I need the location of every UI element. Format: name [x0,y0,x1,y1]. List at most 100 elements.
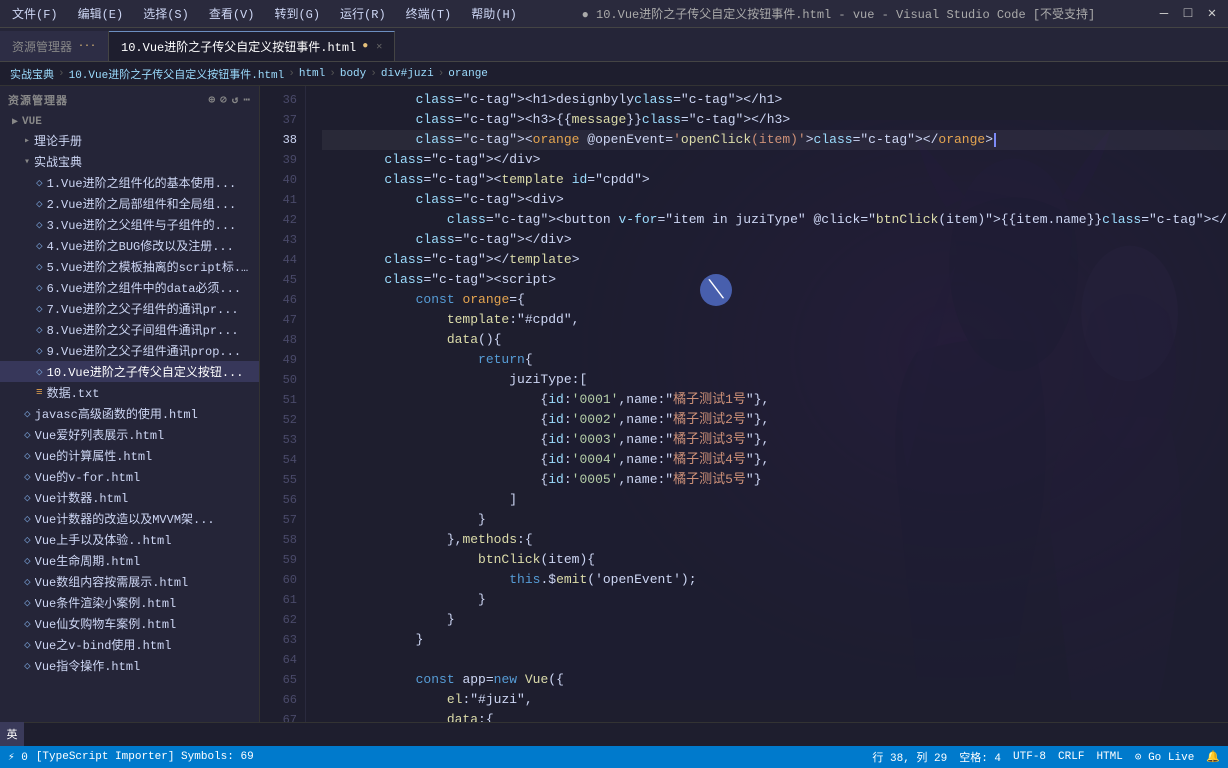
indent-status[interactable]: 空格: 4 [959,749,1001,765]
sidebar-file-item[interactable]: ▸理论手册 [0,130,259,151]
sidebar-file-item[interactable]: ◇Vue的v-for.html [0,466,259,487]
tab-explorer[interactable]: 资源管理器 ··· [0,31,109,61]
encoding-status[interactable]: UTF-8 [1013,751,1046,763]
minimize-button[interactable]: — [1156,6,1172,22]
bc-file[interactable]: 10.Vue进阶之子传父自定义按钮事件.html [69,66,285,82]
code-line[interactable]: {id:'0002',name:"橘子测试2号"}, [322,410,1228,430]
close-button[interactable]: ✕ [1204,6,1220,22]
sidebar-file-item[interactable]: ◇Vue指令操作.html [0,655,259,676]
sidebar-file-item[interactable]: ◇Vue条件渲染小案例.html [0,592,259,613]
git-status[interactable]: ⚡ 0 [8,750,28,764]
code-line[interactable]: } [322,630,1228,650]
code-line[interactable]: {id:'0005',name:"橘子测试5号"} [322,470,1228,490]
code-content[interactable]: class="c-tag"><h1>designbylyclass="c-tag… [306,86,1228,722]
code-line[interactable]: const orange={ [322,290,1228,310]
sidebar-file-item[interactable]: ◇javasc高级函数的使用.html [0,403,259,424]
window-controls[interactable]: — □ ✕ [1156,6,1220,22]
refresh-icon[interactable]: ↺ [232,93,240,107]
sidebar-actions[interactable]: ⊕ ⊘ ↺ ⋯ [209,93,252,107]
code-line[interactable]: el:"#juzi", [322,690,1228,710]
code-line[interactable]: class="c-tag"><script> [322,270,1228,290]
sidebar-file-item[interactable]: ◇Vue数组内容按需展示.html [0,571,259,592]
code-line[interactable]: template:"#cpdd", [322,310,1228,330]
sidebar-file-item[interactable]: ◇Vue计数器的改造以及MVVM架... [0,508,259,529]
code-line[interactable]: juziType:[ [322,370,1228,390]
bc-shizhan[interactable]: 实战宝典 [10,66,54,82]
file-label: Vue生命周期.html [35,552,141,569]
sidebar-file-item[interactable]: ◇9.Vue进阶之父子组件通讯prop... [0,340,259,361]
code-line[interactable]: class="c-tag"></div> [322,230,1228,250]
sidebar-file-item[interactable]: ◇10.Vue进阶之子传父自定义按钮... [0,361,259,382]
code-line[interactable]: class="c-tag"><template id="cpdd"> [322,170,1228,190]
code-line[interactable]: },methods:{ [322,530,1228,550]
sidebar-file-item[interactable]: ◇Vue的计算属性.html [0,445,259,466]
new-file-icon[interactable]: ⊕ [209,93,217,107]
maximize-button[interactable]: □ [1180,6,1196,22]
cursor-position[interactable]: 行 38, 列 29 [872,749,947,765]
menu-item-文件F[interactable]: 文件(F) [8,3,62,24]
sidebar-file-item[interactable]: ◇3.Vue进阶之父组件与子组件的... [0,214,259,235]
bc-html[interactable]: html [299,68,325,80]
tab-main-file[interactable]: 10.Vue进阶之子传父自定义按钮事件.html ● ✕ [109,31,395,61]
code-line[interactable]: class="c-tag"><h1>designbylyclass="c-tag… [322,90,1228,110]
sidebar-file-item[interactable]: ◇6.Vue进阶之组件中的data必须... [0,277,259,298]
ime-indicator[interactable]: 英 [0,722,24,746]
more-icon[interactable]: ⋯ [243,93,251,107]
sidebar-file-item[interactable]: ◇Vue生命周期.html [0,550,259,571]
menu-item-转到G[interactable]: 转到(G) [270,3,324,24]
menu-bar[interactable]: 文件(F) 编辑(E) 选择(S) 查看(V) 转到(G) 运行(R) 终端(T) 帮助(H) [8,3,521,24]
code-line[interactable]: this.$emit('openEvent'); [322,570,1228,590]
notifications-icon[interactable]: 🔔 [1206,750,1220,764]
code-line[interactable] [322,650,1228,670]
code-line[interactable]: } [322,610,1228,630]
code-line[interactable]: return{ [322,350,1228,370]
code-line[interactable]: } [322,590,1228,610]
sidebar-file-item[interactable]: ▾实战宝典 [0,151,259,172]
code-line[interactable]: {id:'0004',name:"橘子测试4号"}, [322,450,1228,470]
go-live-button[interactable]: ⊙ Go Live [1135,750,1194,764]
bc-body[interactable]: body [340,68,366,80]
line-ending-status[interactable]: CRLF [1058,751,1084,763]
editor-area[interactable]: ╲ 36373839404142434445464748495051525354… [260,86,1228,722]
sidebar-file-item[interactable]: ◇8.Vue进阶之父子间组件通讯pr... [0,319,259,340]
code-line[interactable]: class="c-tag"></div> [322,150,1228,170]
code-line[interactable]: const app=new Vue({ [322,670,1228,690]
code-line[interactable]: } [322,510,1228,530]
sidebar-file-item[interactable]: ◇Vue上手以及体验..html [0,529,259,550]
bc-orange[interactable]: orange [448,68,488,80]
sidebar-file-item[interactable]: ◇Vue计数器.html [0,487,259,508]
sidebar-file-item[interactable]: ◇4.Vue进阶之BUG修改以及注册... [0,235,259,256]
sidebar-file-item[interactable]: ≡数据.txt [0,382,259,403]
language-mode[interactable]: HTML [1096,751,1122,763]
code-line[interactable]: {id:'0003',name:"橘子测试3号"}, [322,430,1228,450]
code-line[interactable]: class="c-tag"><h3>{{message}}class="c-ta… [322,110,1228,130]
code-line[interactable]: data:{ [322,710,1228,722]
code-line[interactable]: class="c-tag"></template> [322,250,1228,270]
menu-item-运行R[interactable]: 运行(R) [336,3,390,24]
menu-item-终端T[interactable]: 终端(T) [402,3,456,24]
code-line[interactable]: {id:'0001',name:"橘子测试1号"}, [322,390,1228,410]
menu-item-查看V[interactable]: 查看(V) [205,3,259,24]
code-editor[interactable]: 3637383940414243444546474849505152535455… [260,86,1228,722]
sidebar-file-item[interactable]: ◇5.Vue进阶之模板抽离的script标... [0,256,259,277]
sidebar-file-item[interactable]: ◇Vue仙女购物车案例.html [0,613,259,634]
menu-item-帮助H[interactable]: 帮助(H) [467,3,521,24]
tab-close-icon[interactable]: ✕ [376,41,382,53]
sidebar-file-item[interactable]: ◇7.Vue进阶之父子组件的通讯pr... [0,298,259,319]
code-line[interactable]: data(){ [322,330,1228,350]
code-line[interactable]: class="c-tag"><orange @openEvent='openCl… [322,130,1228,150]
code-line[interactable]: class="c-tag"><div> [322,190,1228,210]
sidebar-item-vue[interactable]: ▶ VUE [0,114,259,130]
collapse-icon[interactable]: ⊘ [220,93,228,107]
code-line[interactable]: ] [322,490,1228,510]
sidebar-file-item[interactable]: ◇Vue爱好列表展示.html [0,424,259,445]
sidebar-file-item[interactable]: ◇Vue之v-bind使用.html [0,634,259,655]
menu-item-选择S[interactable]: 选择(S) [139,3,193,24]
sidebar-file-item[interactable]: ◇2.Vue进阶之局部组件和全局组... [0,193,259,214]
code-line[interactable]: class="c-tag"><button v-for="item in juz… [322,210,1228,230]
ts-importer-status[interactable]: [TypeScript Importer] Symbols: 69 [36,751,254,763]
menu-item-编辑E[interactable]: 编辑(E) [74,3,128,24]
bc-divjuzi[interactable]: div#juzi [381,68,434,80]
code-line[interactable]: btnClick(item){ [322,550,1228,570]
sidebar-file-item[interactable]: ◇1.Vue进阶之组件化的基本使用... [0,172,259,193]
